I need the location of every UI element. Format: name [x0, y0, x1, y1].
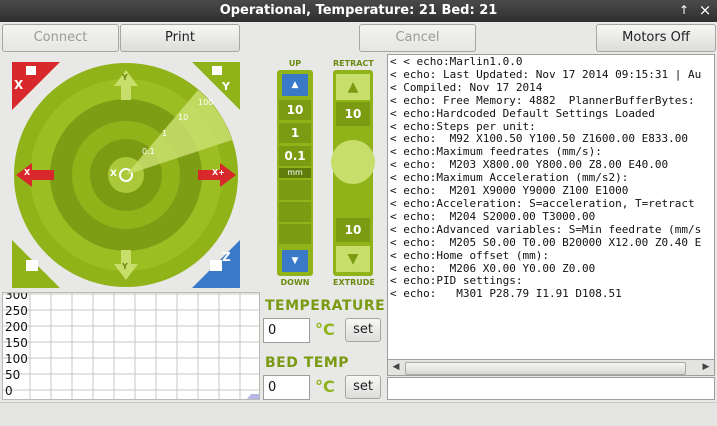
- console-line: < echo:Advanced variables: S=Min feedrat…: [390, 222, 702, 236]
- bed-temp-unit: °C: [315, 377, 335, 396]
- console-line: < < echo:Marlin1.0.0: [390, 55, 523, 68]
- z-step-10-button[interactable]: 10: [279, 100, 311, 120]
- extrude-arrow-icon[interactable]: ▼: [336, 246, 370, 272]
- y-minus-label: Y: [122, 262, 128, 271]
- console-line: < echo: M204 S2000.00 T3000.00: [390, 209, 596, 223]
- status-bar: [0, 402, 717, 426]
- y-tick-50: 50: [5, 368, 21, 382]
- z-down-label: DOWN: [280, 278, 310, 287]
- z-step-01-button[interactable]: 0.1: [279, 146, 311, 166]
- console-line: < echo: M205 S0.00 T0.00 B20000 X12.00 Z…: [390, 235, 702, 249]
- z-up-button[interactable]: ▲: [282, 74, 308, 96]
- window-title: Operational, Temperature: 21 Bed: 21: [219, 3, 498, 18]
- center-label: X: [110, 169, 117, 179]
- temperature-input[interactable]: 0: [263, 318, 310, 343]
- scrollbar-thumb[interactable]: [405, 362, 686, 375]
- y-tick-250: 250: [5, 304, 28, 318]
- temperature-heading: TEMPERATURE: [265, 298, 386, 314]
- z-step-down-3[interactable]: [279, 224, 311, 244]
- step-label-1: 1: [162, 129, 167, 138]
- y-tick-200: 200: [5, 320, 28, 334]
- z-down-button[interactable]: ▼: [282, 250, 308, 272]
- console-text: < < echo:Marlin1.0.0 < echo: Last Updated…: [388, 55, 714, 301]
- console-line: < echo: M301 P28.79 I1.91 D108.51: [390, 287, 622, 301]
- home-x-icon: [26, 66, 36, 75]
- step-label-10: 10: [178, 113, 188, 122]
- step-label-100: 100: [198, 98, 213, 107]
- printer-window: Operational, Temperature: 21 Bed: 21 ↑ ×…: [0, 0, 717, 426]
- z-step-1-button[interactable]: 1: [279, 123, 311, 143]
- step-label-01: 0.1: [142, 147, 155, 156]
- extrude-amount-button[interactable]: 10: [336, 218, 370, 242]
- bed-temp-heading: BED TEMP: [265, 355, 350, 371]
- retract-arrow-icon[interactable]: ▲: [336, 74, 370, 100]
- home-z-label: Z: [222, 250, 231, 264]
- home-z-icon: [210, 260, 222, 271]
- console-line: < echo:Hardcoded Default Settings Loaded: [390, 106, 655, 120]
- command-input[interactable]: [387, 377, 715, 400]
- title-bar: Operational, Temperature: 21 Bed: 21 ↑ ×: [0, 0, 717, 22]
- maximize-icon[interactable]: ↑: [676, 2, 692, 18]
- x-plus-label: X+: [212, 168, 225, 177]
- y-tick-0: 0: [5, 384, 13, 398]
- scroll-right-icon[interactable]: ▶: [699, 361, 713, 374]
- home-y-icon: [212, 66, 222, 75]
- console-line: < echo: Free Memory: 4882 PlannerBufferB…: [390, 93, 695, 107]
- console-log[interactable]: < < echo:Marlin1.0.0 < echo: Last Updated…: [387, 54, 715, 376]
- home-y-label: Y: [222, 80, 230, 93]
- home-xy-icon: [26, 260, 38, 271]
- y-tick-100: 100: [5, 352, 28, 366]
- print-button[interactable]: Print: [120, 24, 240, 52]
- set-temperature-button[interactable]: set: [345, 318, 381, 342]
- z-up-label: UP: [288, 59, 302, 68]
- scroll-left-icon[interactable]: ◀: [389, 361, 403, 374]
- console-horizontal-scrollbar[interactable]: ◀ ▶: [387, 359, 715, 376]
- y-tick-150: 150: [5, 336, 28, 350]
- motors-off-button[interactable]: Motors Off: [596, 24, 716, 52]
- xy-jog-control[interactable]: 100 10 1 0.1: [10, 60, 242, 290]
- y-plus-label: Y: [122, 73, 128, 82]
- console-line: < echo:Acceleration: S=acceleration, T=r…: [390, 196, 695, 210]
- z-step-down-2[interactable]: [279, 202, 311, 222]
- retract-label: RETRACT: [333, 59, 374, 68]
- temperature-graph: 300 250 200 150 100 50 0: [2, 292, 260, 400]
- z-unit-label: mm: [279, 168, 311, 178]
- graph-grid: [3, 293, 259, 399]
- console-line: < echo:Home offset (mm):: [390, 248, 549, 262]
- y-tick-300: 300: [5, 292, 28, 302]
- z-step-down-1[interactable]: [279, 180, 311, 200]
- extrude-label: EXTRUDE: [333, 278, 375, 287]
- x-minus-label: X: [24, 168, 31, 177]
- set-bed-temp-button[interactable]: set: [345, 375, 381, 399]
- connect-button[interactable]: Connect: [2, 24, 119, 52]
- console-line: < Compiled: Nov 17 2014: [390, 80, 543, 94]
- temperature-unit: °C: [315, 320, 335, 339]
- close-icon[interactable]: ×: [697, 2, 713, 18]
- gear-icon: [331, 140, 375, 184]
- retract-amount-button[interactable]: 10: [336, 102, 370, 126]
- console-line: < echo: Last Updated: Nov 17 2014 09:15:…: [390, 67, 702, 81]
- temperature-trace: [247, 394, 259, 399]
- home-x-label: X: [14, 78, 24, 92]
- cancel-button[interactable]: Cancel: [359, 24, 476, 52]
- bed-temp-input[interactable]: 0: [263, 375, 310, 400]
